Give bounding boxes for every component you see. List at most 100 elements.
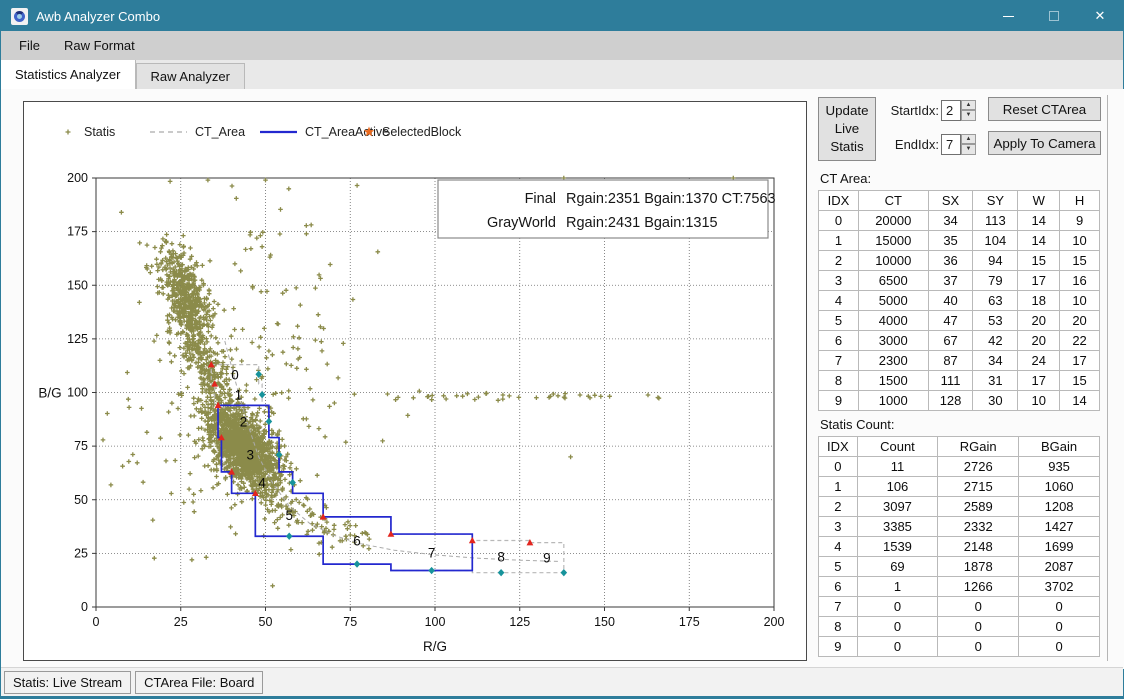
table-cell[interactable]: 40 (928, 291, 973, 311)
minimize-button[interactable] (985, 1, 1031, 31)
table-cell[interactable]: 79 (973, 271, 1018, 291)
table-cell[interactable]: 16 (1060, 271, 1100, 291)
table-cell[interactable]: 87 (928, 351, 973, 371)
maximize-button[interactable] (1031, 1, 1077, 31)
table-cell[interactable]: 4 (819, 291, 859, 311)
table-cell[interactable]: 14 (1018, 231, 1060, 251)
table-cell[interactable]: 1500 (858, 371, 928, 391)
region-start-handle[interactable] (469, 537, 476, 543)
update-live-statis-button[interactable]: Update Live Statis (818, 97, 876, 161)
table-cell: 4 (819, 537, 858, 557)
table-cell[interactable]: 104 (973, 231, 1018, 251)
table-cell[interactable]: 7 (819, 351, 859, 371)
table-cell[interactable]: 34 (973, 351, 1018, 371)
table-cell[interactable]: 17 (1018, 371, 1060, 391)
table-cell[interactable]: 111 (928, 371, 973, 391)
table-cell[interactable]: 20000 (858, 211, 928, 231)
table-cell[interactable]: 94 (973, 251, 1018, 271)
table-cell[interactable]: 18 (1018, 291, 1060, 311)
startidx-down-icon[interactable]: ▼ (961, 110, 976, 121)
right-panel: Update Live Statis StartIdx: 2 ▲ ▼ EndId… (814, 95, 1108, 661)
table-cell[interactable]: 9 (819, 391, 859, 411)
table-cell[interactable]: 3 (819, 271, 859, 291)
table-cell[interactable]: 17 (1018, 271, 1060, 291)
region-end-handle[interactable] (498, 569, 505, 576)
region-index-label: 6 (353, 534, 361, 549)
startidx-input[interactable]: 2 (941, 100, 961, 121)
table-cell: 3385 (857, 517, 938, 537)
table-cell[interactable]: 24 (1018, 351, 1060, 371)
table-cell[interactable]: 3000 (858, 331, 928, 351)
table-cell[interactable]: 10000 (858, 251, 928, 271)
controls-row: Update Live Statis StartIdx: 2 ▲ ▼ EndId… (818, 97, 1101, 165)
table-cell[interactable]: 5000 (858, 291, 928, 311)
endidx-down-icon[interactable]: ▼ (961, 144, 976, 155)
table-cell[interactable]: 5 (819, 311, 859, 331)
table-cell[interactable]: 10 (1060, 291, 1100, 311)
table-cell[interactable]: 15 (1060, 371, 1100, 391)
table-cell: 1 (819, 477, 858, 497)
region-end-handle[interactable] (561, 569, 568, 576)
awb-scatter-chart[interactable]: 0025255050757510010012512515015017517520… (24, 102, 806, 660)
table-cell[interactable]: 31 (973, 371, 1018, 391)
tab-raw-analyzer[interactable]: Raw Analyzer (136, 63, 245, 89)
x-tick-label: 200 (764, 615, 785, 629)
tab-statistics-analyzer[interactable]: Statistics Analyzer (1, 60, 136, 89)
region-end-handle[interactable] (428, 567, 435, 574)
table-cell[interactable]: 15 (1018, 251, 1060, 271)
table-cell[interactable]: 14 (1060, 391, 1100, 411)
table-cell[interactable]: 15 (1060, 251, 1100, 271)
table-cell: 0 (857, 597, 938, 617)
table-cell: 0 (1019, 637, 1100, 657)
table-cell[interactable]: 10 (1060, 231, 1100, 251)
close-button[interactable]: ✕ (1077, 1, 1123, 31)
table-cell[interactable]: 63 (973, 291, 1018, 311)
region-index-label: 7 (428, 545, 436, 560)
table-cell[interactable]: 17 (1060, 351, 1100, 371)
table-cell[interactable]: 47 (928, 311, 973, 331)
apply-to-camera-button[interactable]: Apply To Camera (988, 131, 1101, 155)
table-cell[interactable]: 42 (973, 331, 1018, 351)
table-cell[interactable]: 20 (1060, 311, 1100, 331)
table-cell[interactable]: 14 (1018, 211, 1060, 231)
table-cell[interactable]: 8 (819, 371, 859, 391)
table-cell[interactable]: 6 (819, 331, 859, 351)
table-cell[interactable]: 37 (928, 271, 973, 291)
table-cell[interactable]: 113 (973, 211, 1018, 231)
table-cell[interactable]: 35 (928, 231, 973, 251)
table-cell[interactable]: 6500 (858, 271, 928, 291)
table-cell[interactable]: 22 (1060, 331, 1100, 351)
table-cell[interactable]: 30 (973, 391, 1018, 411)
table-row: 110627151060 (819, 477, 1100, 497)
menu-file[interactable]: File (7, 31, 52, 60)
table-cell: 3097 (857, 497, 938, 517)
table-cell[interactable]: 15000 (858, 231, 928, 251)
table-cell[interactable]: 20 (1018, 311, 1060, 331)
region-end-handle[interactable] (259, 391, 266, 398)
table-cell[interactable]: 1000 (858, 391, 928, 411)
region-end-handle[interactable] (354, 560, 361, 567)
table-cell[interactable]: 36 (928, 251, 973, 271)
table-cell[interactable]: 34 (928, 211, 973, 231)
table-cell[interactable]: 1 (819, 231, 859, 251)
endidx-up-icon[interactable]: ▲ (961, 134, 976, 145)
table-cell[interactable]: 53 (973, 311, 1018, 331)
table-cell[interactable]: 2300 (858, 351, 928, 371)
reset-ctarea-button[interactable]: Reset CTArea (988, 97, 1101, 121)
table-cell[interactable]: 4000 (858, 311, 928, 331)
tabbar: Statistics Analyzer Raw Analyzer (1, 60, 1123, 89)
table-cell[interactable]: 20 (1018, 331, 1060, 351)
region-end-handle[interactable] (286, 533, 293, 540)
table-cell[interactable]: 67 (928, 331, 973, 351)
table-cell[interactable]: 10 (1018, 391, 1060, 411)
menu-raw-format[interactable]: Raw Format (52, 31, 147, 60)
table-cell[interactable]: 2 (819, 251, 859, 271)
table-row: 115000351041410 (819, 231, 1100, 251)
table-cell[interactable]: 128 (928, 391, 973, 411)
grid-lines (96, 178, 774, 607)
endidx-input[interactable]: 7 (941, 134, 961, 155)
startidx-up-icon[interactable]: ▲ (961, 100, 976, 111)
table-cell[interactable]: 9 (1060, 211, 1100, 231)
statusbar: Statis: Live Stream CTArea File: Board (1, 667, 1123, 698)
table-cell[interactable]: 0 (819, 211, 859, 231)
